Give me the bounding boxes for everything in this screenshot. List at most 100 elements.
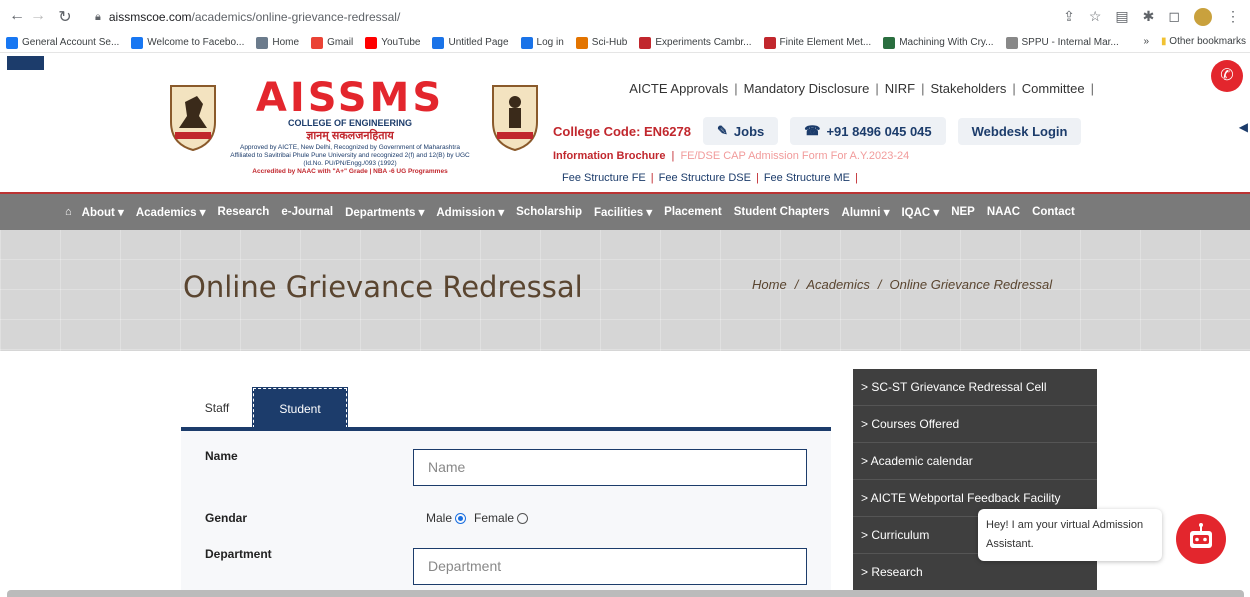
- separator: |: [650, 172, 654, 184]
- url-host: aissmscoe.com: [108, 10, 192, 24]
- department-input[interactable]: Department: [413, 548, 807, 585]
- sidebar-link[interactable]: > Courses Offered: [853, 406, 1097, 443]
- bookmark-item[interactable]: Gmail: [311, 36, 353, 49]
- college-brand[interactable]: AISSMS COLLEGE OF ENGINEERING ज्ञानम् सक…: [235, 78, 465, 143]
- top-link[interactable]: Mandatory Disclosure: [744, 81, 870, 96]
- nav-item[interactable]: NAAC: [987, 206, 1020, 218]
- approval-line-2: Affiliated to Savitribai Phule Pune Univ…: [230, 152, 470, 159]
- address-bar[interactable]: 🔒︎ aissmscoe.com/academics/online-grieva…: [95, 6, 400, 28]
- browser-actions: ⇪ ☆ ▤ ✱ ◻ ⋮: [1063, 8, 1240, 26]
- tab-staff[interactable]: Staff: [181, 388, 253, 428]
- back-arrow-icon[interactable]: ←: [6, 7, 28, 25]
- cap-form-link[interactable]: FE/DSE CAP Admission Form For A.Y.2023-2…: [680, 150, 909, 162]
- nav-item[interactable]: e-Journal: [281, 206, 333, 218]
- breadcrumb-item[interactable]: Academics: [806, 277, 870, 292]
- nav-item[interactable]: Departments ▾: [345, 205, 424, 219]
- male-radio[interactable]: [455, 512, 467, 524]
- nav-item[interactable]: Academics ▾: [136, 205, 206, 219]
- male-label: Male: [426, 511, 453, 525]
- bookmark-item[interactable]: Welcome to Facebo...: [131, 36, 244, 49]
- bookmark-item[interactable]: Finite Element Met...: [763, 36, 872, 49]
- role-tabs: Staff Student: [181, 387, 348, 429]
- bookmarks-bar: General Account Se... Welcome to Facebo..…: [0, 33, 1250, 53]
- jobs-label: Jobs: [733, 123, 765, 139]
- top-link[interactable]: Stakeholders: [930, 81, 1006, 96]
- jobs-button[interactable]: ✎ Jobs: [703, 117, 779, 145]
- gender-radio-group: Male Female: [426, 511, 529, 525]
- bookmark-item[interactable]: General Account Se...: [6, 36, 119, 49]
- nav-item[interactable]: Student Chapters: [734, 206, 830, 218]
- approval-line-3: (Id.No. PU/PN/Engg./093 (1992): [303, 160, 397, 167]
- fee-structure-link[interactable]: Fee Structure ME: [764, 172, 850, 184]
- bookmark-label: Sci-Hub: [591, 37, 628, 48]
- info-links: Information Brochure | FE/DSE CAP Admiss…: [553, 150, 909, 162]
- phone-button[interactable]: ☎ +91 8496 045 045: [790, 117, 946, 145]
- fee-structure-link[interactable]: Fee Structure FE: [562, 172, 646, 184]
- nav-item[interactable]: Scholarship: [516, 206, 582, 218]
- caret-left-icon[interactable]: ◀: [1239, 120, 1248, 134]
- bookmark-item[interactable]: SPPU - Internal Mar...: [1005, 36, 1119, 49]
- extensions-icon[interactable]: ✱: [1143, 8, 1155, 26]
- reload-icon[interactable]: ↻: [54, 7, 76, 27]
- nav-item[interactable]: Contact: [1032, 206, 1075, 218]
- bookmark-item[interactable]: Untitled Page: [432, 36, 509, 49]
- bookmark-item[interactable]: Sci-Hub: [575, 36, 628, 49]
- reading-list-icon[interactable]: ▤: [1115, 8, 1128, 26]
- nav-item[interactable]: NEP: [951, 206, 975, 218]
- tab-student[interactable]: Student: [252, 387, 348, 429]
- top-link[interactable]: NIRF: [885, 81, 915, 96]
- side-panel-icon[interactable]: ◻: [1168, 8, 1180, 26]
- nav-item[interactable]: About ▾: [82, 205, 124, 219]
- other-bookmarks-folder[interactable]: ▮ Other bookmarks: [1161, 36, 1246, 47]
- bookmark-favicon-icon: [365, 36, 378, 49]
- webdesk-login-button[interactable]: Webdesk Login: [957, 117, 1082, 145]
- nav-item[interactable]: Admission ▾: [436, 205, 504, 219]
- female-radio[interactable]: [517, 512, 529, 524]
- nav-item[interactable]: Facilities ▾: [594, 205, 652, 219]
- bookmark-item[interactable]: Machining With Cry...: [883, 36, 994, 49]
- header-tab-marker: [7, 56, 44, 70]
- breadcrumb: Home / Academics / Online Grievance Redressa…: [752, 277, 1052, 292]
- briefcase-icon: ✎: [717, 123, 728, 138]
- top-link[interactable]: Committee: [1022, 81, 1085, 96]
- sidebar-link[interactable]: > Academic calendar: [853, 443, 1097, 480]
- phone-icon: ✆: [1220, 67, 1234, 84]
- name-input[interactable]: Name: [413, 449, 807, 486]
- bookmark-favicon-icon: [883, 36, 896, 49]
- menu-dots-icon[interactable]: ⋮: [1226, 8, 1240, 26]
- information-brochure-link[interactable]: Information Brochure: [553, 150, 665, 162]
- call-floating-button[interactable]: ✆: [1211, 60, 1243, 92]
- brand-name: AISSMS: [255, 75, 445, 121]
- bookmark-label: Experiments Cambr...: [655, 37, 752, 48]
- college-emblem-right: [492, 85, 538, 152]
- home-icon[interactable]: ⌂: [65, 206, 72, 218]
- bookmark-favicon-icon: [432, 36, 445, 49]
- star-icon[interactable]: ☆: [1089, 8, 1102, 26]
- profile-avatar[interactable]: [1194, 8, 1212, 26]
- fee-structure-link[interactable]: Fee Structure DSE: [659, 172, 751, 184]
- chat-bubble[interactable]: Hey! I am your virtual Admission Assista…: [978, 509, 1162, 561]
- nav-item[interactable]: IQAC ▾: [901, 205, 939, 219]
- top-links: AICTE Approvals | Mandatory Disclosure | NIR…: [629, 81, 1100, 96]
- breadcrumb-separator: /: [794, 277, 799, 292]
- breadcrumb-item[interactable]: Home: [752, 277, 787, 292]
- bookmark-favicon-icon: [256, 36, 269, 49]
- header-actions: College Code: EN6278 ✎ Jobs ☎ +91 8496 045…: [553, 117, 1082, 145]
- nav-item[interactable]: Placement: [664, 206, 722, 218]
- bookmark-label: Finite Element Met...: [779, 37, 872, 48]
- bookmark-item[interactable]: Experiments Cambr...: [639, 36, 752, 49]
- top-link[interactable]: AICTE Approvals: [629, 81, 728, 96]
- bookmark-item[interactable]: YouTube: [365, 36, 420, 49]
- nav-item[interactable]: Research: [218, 206, 270, 218]
- bookmark-item[interactable]: Log in: [520, 36, 564, 49]
- robot-icon: [1190, 523, 1212, 548]
- page-banner: Online Grievance Redressal Home / Academic…: [0, 230, 1250, 351]
- sidebar-link[interactable]: > SC-ST Grievance Redressal Cell: [853, 369, 1097, 406]
- more-bookmarks-button[interactable]: »: [1143, 36, 1149, 47]
- nav-item[interactable]: Alumni ▾: [842, 205, 890, 219]
- share-icon[interactable]: ⇪: [1063, 8, 1075, 26]
- forward-arrow-icon[interactable]: →: [27, 7, 49, 25]
- separator: |: [875, 81, 879, 96]
- chatbot-button[interactable]: [1176, 514, 1226, 564]
- bookmark-item[interactable]: Home: [256, 36, 299, 49]
